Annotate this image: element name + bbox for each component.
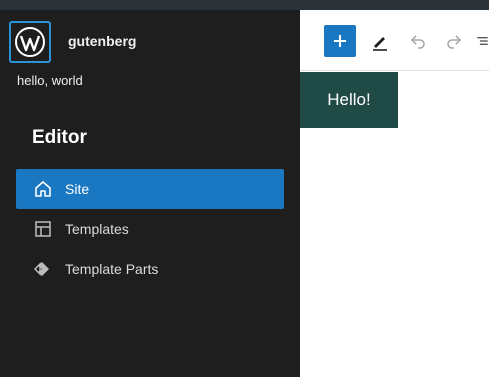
wordpress-logo-button[interactable]	[9, 21, 51, 63]
edit-pen-icon	[373, 37, 387, 51]
content-block[interactable]: Hello!	[300, 72, 398, 128]
redo-icon	[447, 35, 462, 49]
add-block-button[interactable]	[324, 25, 356, 57]
list-view-button[interactable]	[476, 29, 489, 53]
undo-button[interactable]	[406, 29, 430, 53]
edit-tool-button[interactable]	[368, 29, 392, 53]
sidebar-item-label: Site	[65, 181, 90, 197]
redo-button[interactable]	[442, 29, 466, 53]
symbol-icon	[33, 259, 53, 279]
top-strip	[0, 0, 489, 10]
sidebar-item-label: Template Parts	[65, 261, 159, 277]
layout-icon	[33, 219, 53, 239]
plus-icon	[334, 35, 346, 47]
editor-canvas: Hello!	[300, 10, 489, 377]
list-view-icon	[477, 37, 488, 45]
sidebar-item-label: Templates	[65, 221, 129, 237]
site-tagline: hello, world	[17, 73, 83, 88]
editor-sidebar: gutenberg hello, world Editor Site Templ…	[0, 10, 300, 377]
editor-toolbar	[300, 10, 489, 71]
sidebar-item-site[interactable]: Site	[16, 169, 284, 209]
wordpress-icon	[15, 27, 45, 57]
home-icon	[33, 179, 53, 199]
sidebar-item-template-parts[interactable]: Template Parts	[16, 249, 284, 289]
site-name[interactable]: gutenberg	[68, 33, 136, 49]
sidebar-item-templates[interactable]: Templates	[16, 209, 284, 249]
editor-title: Editor	[32, 127, 87, 148]
block-text[interactable]: Hello!	[327, 90, 370, 110]
undo-icon	[410, 35, 425, 49]
